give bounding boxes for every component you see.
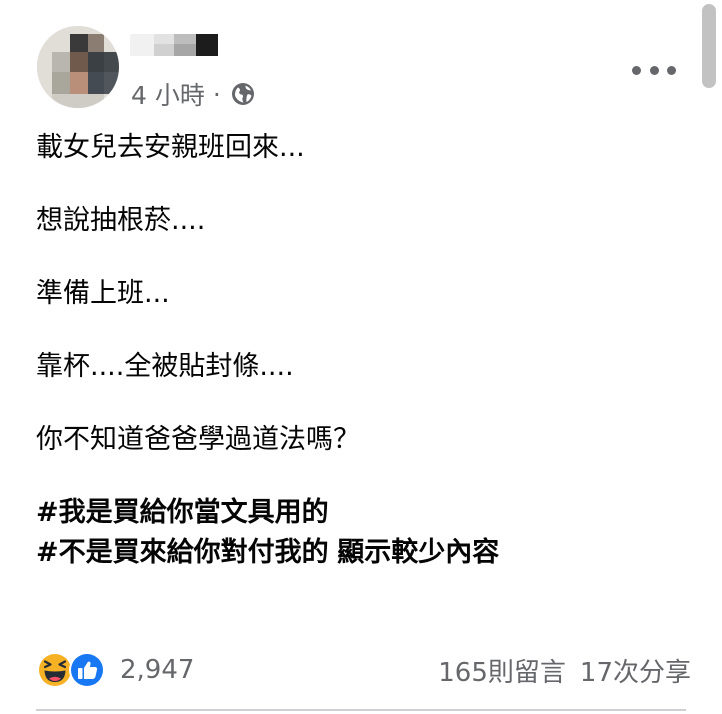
see-less-link[interactable]: 顯示較少內容 [337, 537, 499, 568]
avatar[interactable] [37, 26, 119, 108]
hashtag-line: #我是買給你當文具用的 [36, 493, 686, 533]
poster-name-redacted[interactable] [130, 30, 222, 64]
message-line: 靠杯....全被貼封條.... [36, 351, 294, 382]
message-line: 準備上班... [36, 278, 170, 309]
post-footer: 2,947 165則留言 17次分享 [0, 644, 722, 696]
globe-icon [231, 83, 254, 105]
reactions-summary[interactable]: 2,947 [36, 651, 194, 689]
post-message: 載女兒去安親班回來... 想說抽根菸.... 準備上班... 靠杯....全被貼… [36, 128, 686, 573]
reaction-count: 2,947 [120, 655, 195, 685]
post-meta: 4 小時 · [131, 78, 255, 110]
message-line: 載女兒去安親班回來... [36, 132, 305, 163]
post-timestamp[interactable]: 4 小時 [131, 76, 205, 112]
more-dot [667, 65, 676, 75]
more-options-icon[interactable] [632, 58, 676, 82]
like-icon [69, 652, 105, 688]
engagement-stats: 165則留言 17次分享 [438, 651, 691, 689]
message-line: 想說抽根菸.... [36, 205, 206, 236]
hashtag-link[interactable]: #不是買來給你對付我的 [36, 537, 329, 568]
facebook-post: 4 小時 · 載女兒去安親班回來... 想說抽根菸.... 準備上班... 靠杯… [0, 0, 722, 714]
comments-count-link[interactable]: 165則留言 [438, 652, 566, 689]
shares-count-link[interactable]: 17次分享 [580, 652, 691, 689]
more-dot [649, 65, 659, 75]
hashtag-link[interactable]: #我是買給你當文具用的 [36, 497, 329, 528]
more-dot [632, 65, 641, 75]
meta-separator: · [212, 79, 221, 109]
footer-divider [36, 709, 686, 711]
message-line: 你不知道爸爸學過道法嗎？ [36, 424, 360, 455]
hashtag-line: #不是買來給你對付我的 顯示較少內容 [36, 533, 686, 573]
scrollbar-thumb[interactable] [702, 4, 716, 88]
